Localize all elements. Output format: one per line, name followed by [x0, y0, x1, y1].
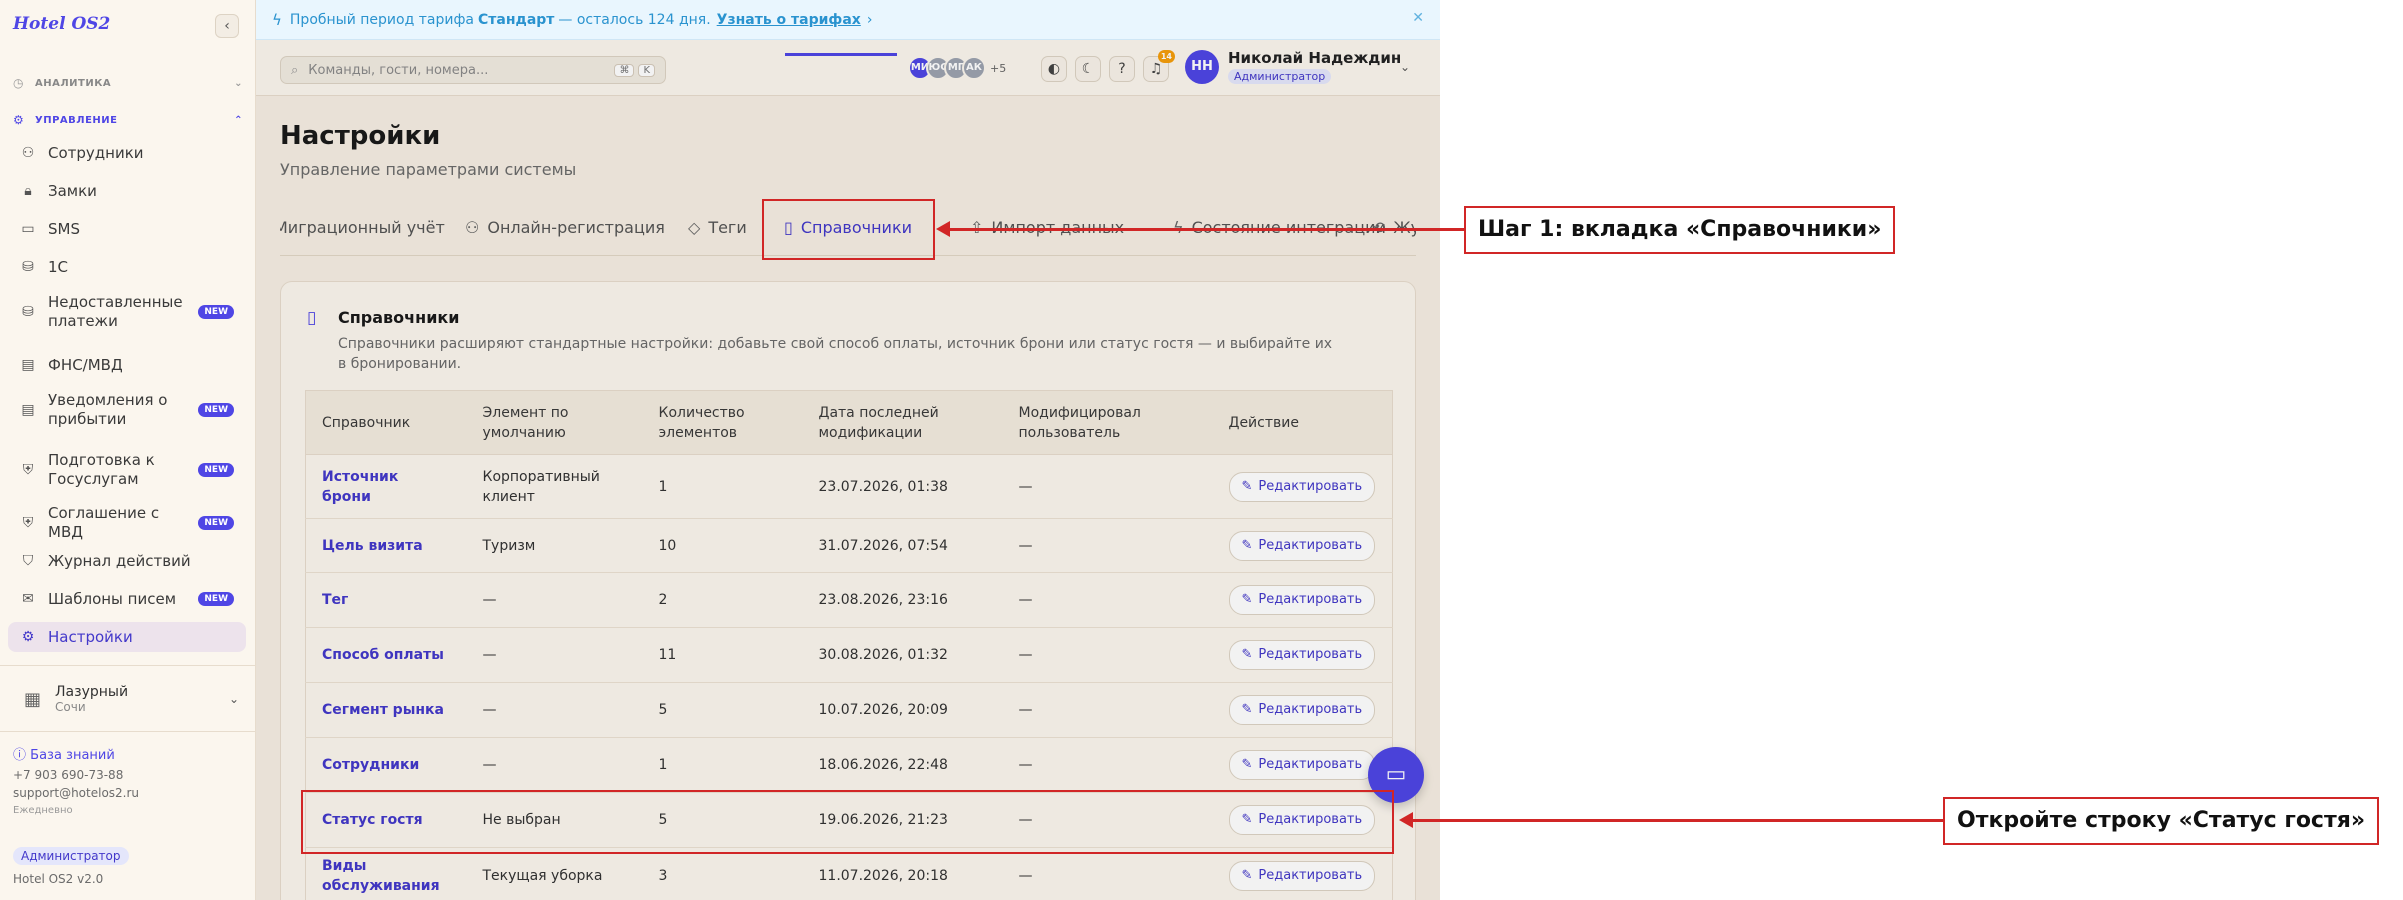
sidebar-item[interactable]: ⛁ Недоставленные платежи NEW — [8, 290, 246, 334]
step2-highlight — [301, 790, 1394, 854]
chevron-down-icon: ⌄ — [234, 77, 243, 89]
section-management[interactable]: ⚙ УПРАВЛЕНИЕ ⌃ — [13, 113, 243, 127]
new-badge: NEW — [198, 305, 234, 319]
mail-icon: ✉ — [22, 591, 34, 607]
step2-arrow — [1411, 819, 1943, 822]
sidebar-item-label: Соглашение с МВД — [48, 504, 160, 541]
sidebar-item[interactable]: ⛉ Журнал действий — [8, 546, 246, 576]
knowledge-base-label: База знаний — [30, 748, 115, 763]
sidebar-collapse-button[interactable]: ‹ — [215, 14, 239, 38]
sidebar-divider — [0, 665, 256, 666]
step1-arrow — [948, 228, 1465, 231]
gear-icon: ⚙ — [13, 113, 25, 127]
brand-logo: Hotel OS2 — [13, 14, 111, 34]
section-management-label: УПРАВЛЕНИЕ — [35, 114, 118, 126]
step1-highlight — [762, 199, 935, 260]
shield-check-icon: ⛨ — [22, 462, 34, 478]
knowledge-base-link[interactable]: ⓘ База знаний — [13, 744, 115, 763]
support-phone[interactable]: +7 903 690-73-88 — [13, 768, 123, 782]
app-version: Hotel OS2 v2.0 — [13, 872, 104, 886]
new-badge: NEW — [198, 516, 234, 530]
file-icon: ▤ — [21, 402, 35, 418]
users-icon: ⚇ — [21, 145, 35, 161]
handshake-icon: ⛨ — [22, 515, 34, 531]
sidebar-item[interactable]: ⚇ Сотрудники — [8, 138, 246, 168]
sidebar-item-label: Замки — [48, 181, 97, 200]
sidebar-item[interactable]: ✉ Шаблоны писем NEW — [8, 584, 246, 614]
message-icon: ▭ — [21, 221, 35, 237]
hotel-city: Сочи — [55, 700, 86, 714]
clock-icon: ◷ — [13, 76, 24, 90]
sidebar-item-label: Журнал действий — [48, 551, 191, 570]
database-icon: ⛁ — [22, 304, 34, 320]
step2-callout: Откройте строку «Статус гостя» — [1943, 797, 2380, 845]
sidebar-item[interactable]: ⛨ Соглашение с МВД NEW — [8, 504, 246, 541]
sidebar-item[interactable]: ⚙ Настройки — [8, 622, 246, 652]
sidebar-item[interactable]: ▤ Уведомления о прибытии NEW — [8, 388, 246, 432]
sidebar-item-label: Недоставленные платежи — [48, 293, 183, 330]
lock-icon: 🔒︎ — [24, 183, 32, 199]
lightning-icon: ϟ — [272, 10, 282, 29]
help-circle-icon: ⓘ — [13, 748, 27, 763]
new-badge: NEW — [198, 463, 234, 477]
trial-banner: ϟ Пробный период тарифа Стандарт — остал… — [256, 0, 1440, 40]
sidebar-item-label: ФНС/МВД — [48, 355, 123, 374]
banner-plan: Стандарт — [478, 11, 555, 28]
sidebar-item-label: Уведомления о прибытии — [48, 391, 168, 428]
section-analytics-label: АНАЛИТИКА — [35, 77, 112, 89]
banner-suffix: — осталось 124 дня. — [558, 11, 711, 28]
sidebar-item-label: Настройки — [48, 627, 133, 646]
shield-icon: ⛉ — [22, 553, 34, 569]
banner-pricing-link[interactable]: Узнать о тарифах — [717, 12, 861, 28]
new-badge: NEW — [198, 403, 234, 417]
support-schedule: Ежедневно — [13, 805, 73, 816]
gear-icon: ⚙ — [21, 629, 35, 645]
document-icon: ▤ — [21, 357, 35, 373]
hotel-switcher[interactable]: ▦ Лазурный Сочи ⌄ — [24, 681, 239, 717]
app-window: Hotel OS2 ‹ ◷ АНАЛИТИКА ⌄ ⚙ УПРАВЛЕНИЕ ⌃… — [0, 0, 1440, 900]
sidebar: Hotel OS2 ‹ ◷ АНАЛИТИКА ⌄ ⚙ УПРАВЛЕНИЕ ⌃… — [0, 0, 256, 900]
chevron-right-icon: › — [866, 11, 873, 28]
banner-prefix: Пробный период тарифа — [289, 11, 474, 28]
dim-overlay — [256, 40, 1440, 900]
sidebar-item-label: Шаблоны писем — [48, 589, 177, 608]
step2-arrow-head — [1399, 812, 1413, 828]
sidebar-item-label: 1С — [48, 257, 69, 276]
role-badge: Администратор — [13, 847, 129, 865]
banner-close-icon[interactable]: ✕ — [1412, 10, 1424, 26]
sidebar-item-label: Сотрудники — [48, 143, 144, 162]
sidebar-item-label: SMS — [48, 219, 80, 238]
sidebar-item[interactable]: 🔒︎ Замки — [8, 176, 246, 206]
new-badge: NEW — [198, 592, 234, 606]
sidebar-divider — [0, 731, 256, 732]
sidebar-item[interactable]: ▭ SMS — [8, 214, 246, 244]
sidebar-item[interactable]: ⛁ 1С — [8, 252, 246, 282]
hotel-name: Лазурный — [55, 684, 129, 700]
sidebar-item[interactable]: ⛨ Подготовка к Госуслугам NEW — [8, 448, 246, 492]
sidebar-item-label: Подготовка к Госуслугам — [48, 451, 155, 488]
support-email[interactable]: support@hotelos2.ru — [13, 786, 139, 800]
section-analytics[interactable]: ◷ АНАЛИТИКА ⌄ — [13, 76, 243, 90]
database-icon: ⛁ — [22, 259, 34, 275]
building-icon: ▦ — [24, 688, 42, 710]
step1-callout: Шаг 1: вкладка «Справочники» — [1464, 206, 1896, 254]
sidebar-item[interactable]: ▤ ФНС/МВД — [8, 350, 246, 380]
step1-arrow-head — [936, 221, 950, 237]
chevron-up-icon: ⌃ — [234, 114, 243, 126]
chevron-down-icon: ⌄ — [228, 692, 239, 706]
